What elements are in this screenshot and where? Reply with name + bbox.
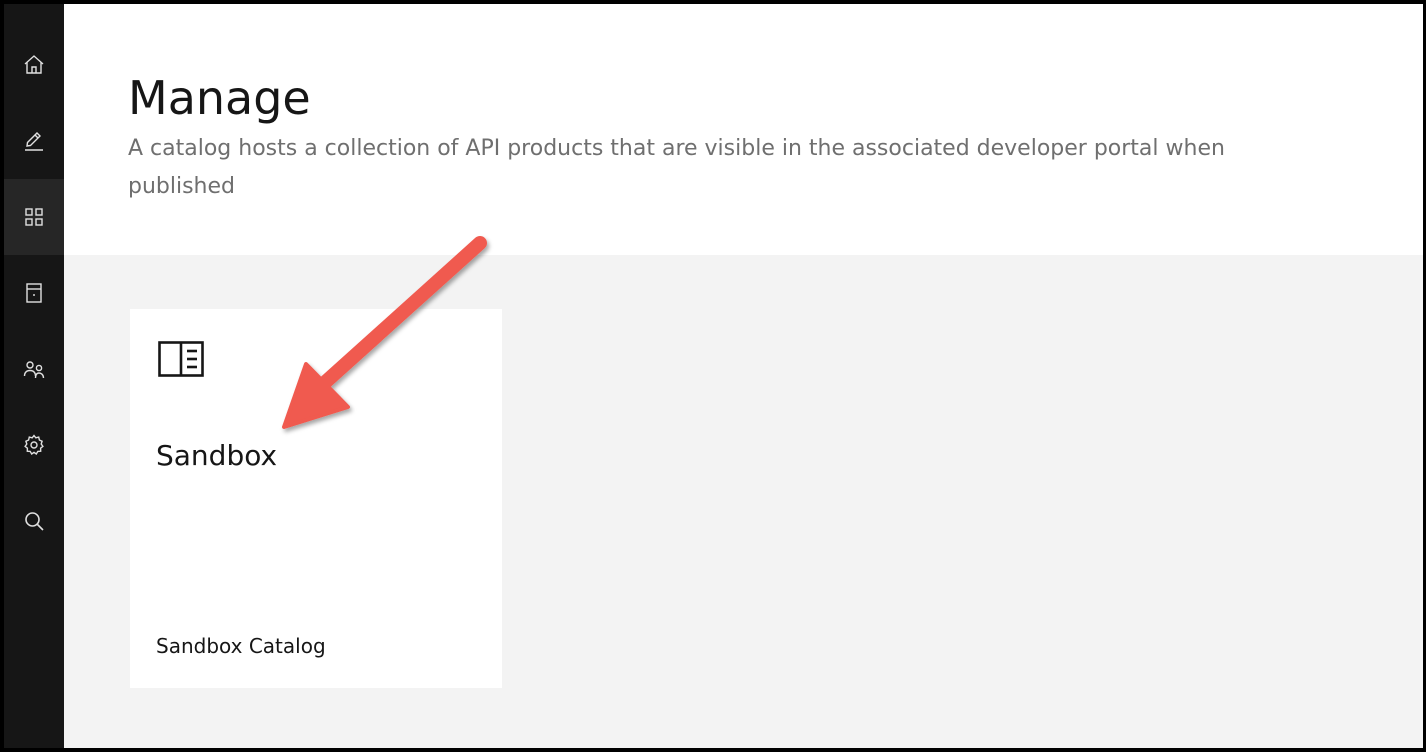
grid-icon (25, 208, 43, 226)
catalog-title: Sandbox (156, 439, 278, 472)
catalog-subtitle: Sandbox Catalog (156, 634, 326, 658)
page-title: Manage (128, 71, 311, 125)
catalog-area: Sandbox Sandbox Catalog (64, 255, 1423, 748)
page-header: Manage A catalog hosts a collection of A… (64, 4, 1423, 255)
page-description: A catalog hosts a collection of API prod… (128, 136, 1225, 199)
sidebar-item-develop[interactable] (4, 103, 64, 179)
app-frame: Manage A catalog hosts a collection of A… (4, 4, 1423, 748)
gear-icon (24, 434, 44, 456)
home-icon (24, 55, 44, 74)
document-icon (26, 283, 42, 303)
sidebar-item-members[interactable] (4, 331, 64, 407)
sidebar-item-manage[interactable] (4, 179, 64, 255)
sidebar-item-search[interactable] (4, 483, 64, 559)
catalog-icon (158, 341, 204, 377)
sidebar-item-settings[interactable] (4, 407, 64, 483)
sidebar-item-home[interactable] (4, 27, 64, 103)
sidebar-item-analytics[interactable] (4, 255, 64, 331)
search-icon (25, 512, 44, 531)
pencil-icon (25, 132, 43, 151)
catalog-tile-sandbox[interactable]: Sandbox Sandbox Catalog (130, 309, 502, 688)
users-icon (23, 361, 45, 379)
sidebar (4, 4, 64, 748)
